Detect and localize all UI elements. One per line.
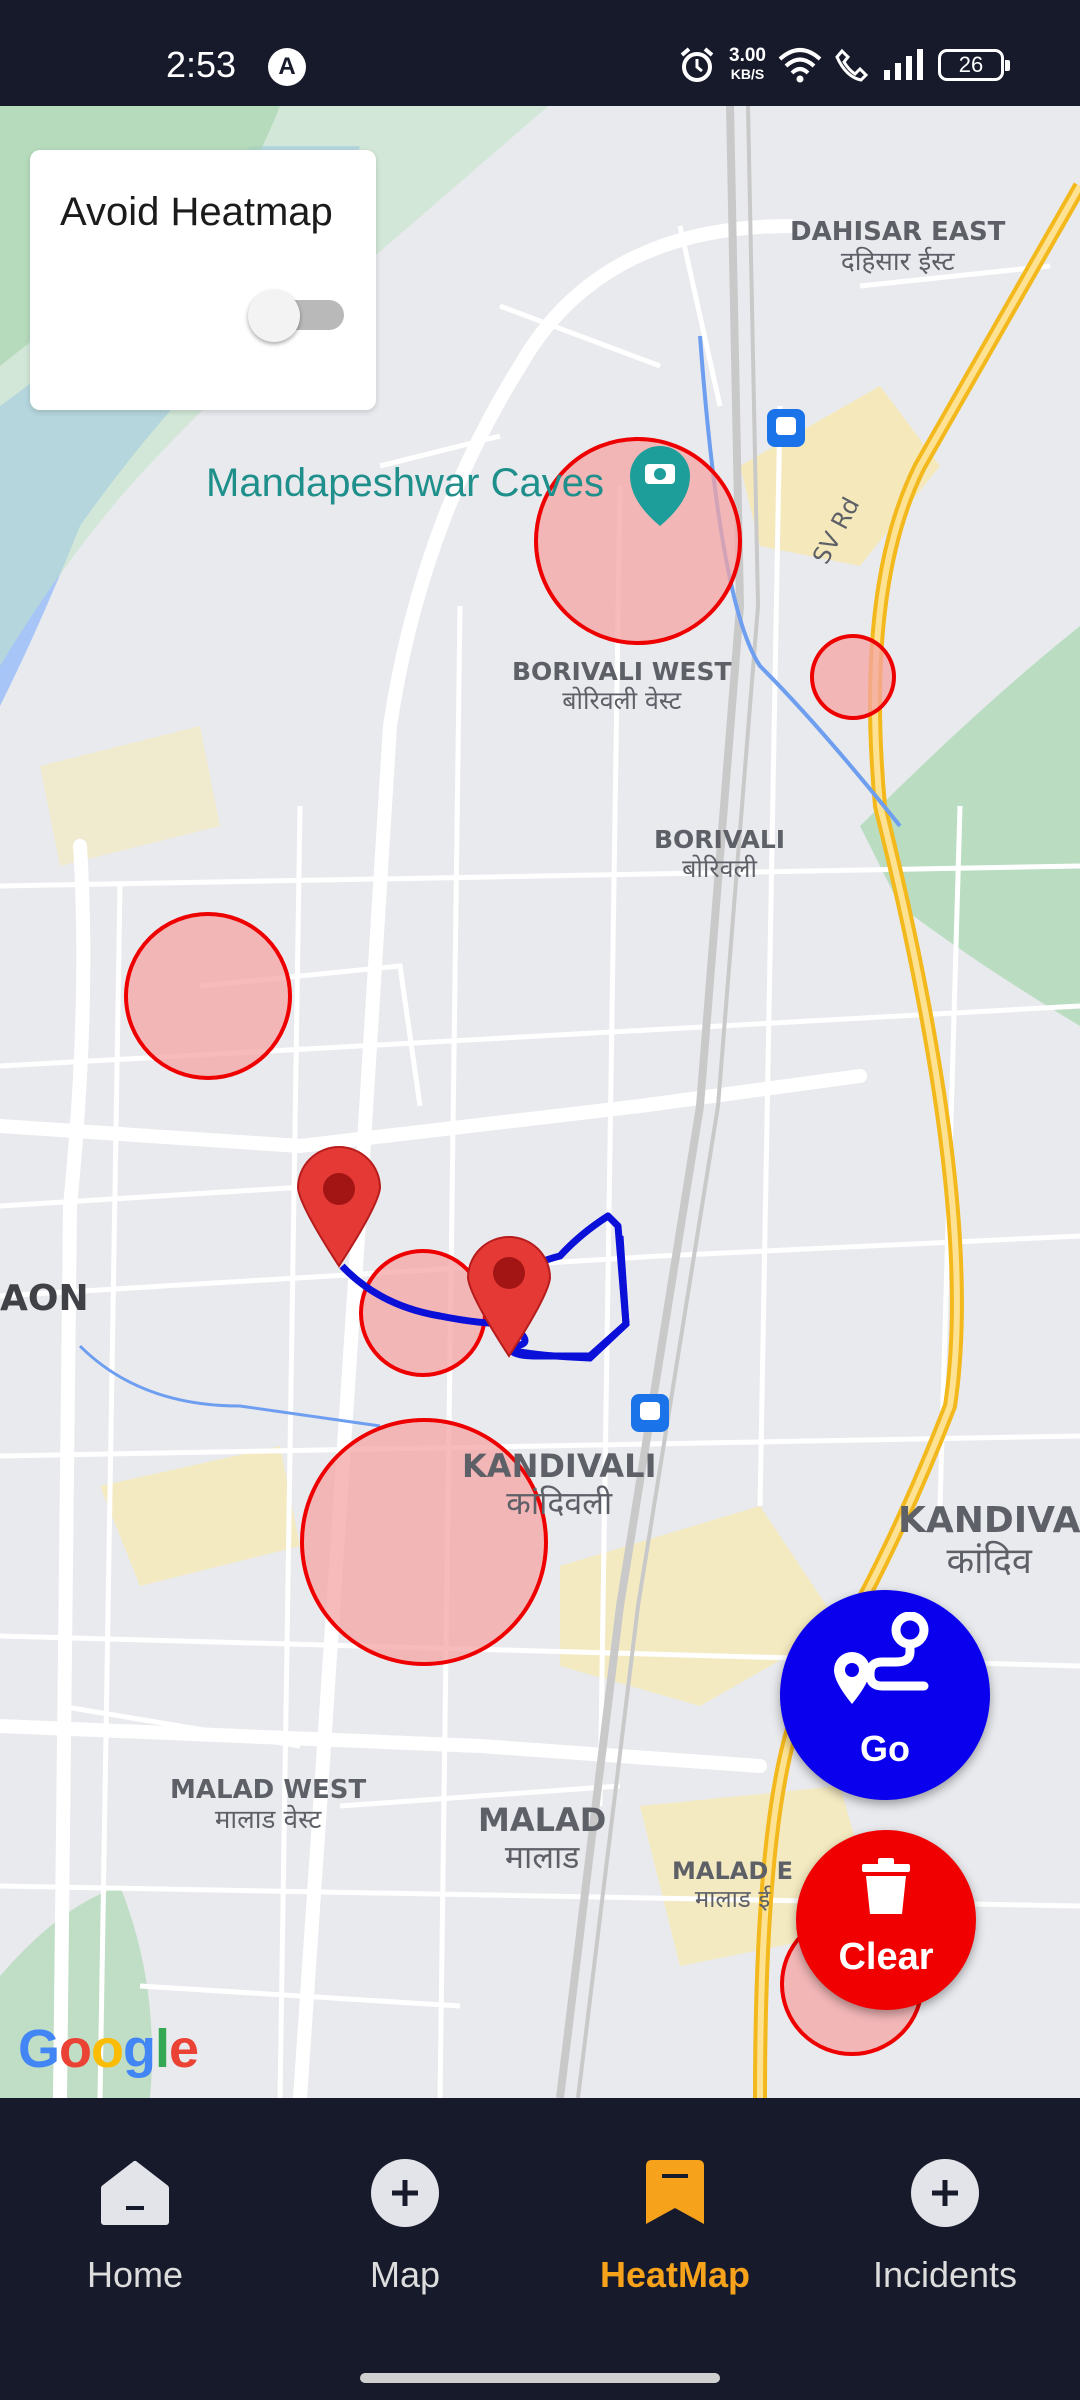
label-kandivali-east: KANDIVA कांदिव: [898, 1500, 1080, 1583]
battery-icon: 26: [938, 49, 1010, 81]
status-time: 2:53: [166, 44, 237, 85]
go-label: Go: [860, 1728, 910, 1769]
label-dahisar-east: DAHISAR EAST दहिसार ईस्ट: [790, 217, 1006, 277]
clear-button[interactable]: Clear: [796, 1830, 976, 2010]
label-borivali-west: BORIVALI WEST बोरिवली वेस्ट: [512, 657, 732, 715]
heat-zone-west: [124, 912, 292, 1080]
poi-mandapeshwar-caves[interactable]: Mandapeshwar Caves: [206, 461, 604, 506]
notification-icon: A: [268, 48, 306, 86]
toggle-thumb: [248, 290, 300, 342]
heat-zone-east: [810, 634, 896, 720]
label-malad: MALAD मालाड: [478, 1801, 607, 1876]
plus-icon: [371, 2159, 439, 2227]
label-kandivali: KANDIVALI कांदिवली: [462, 1447, 657, 1522]
trash-icon: [862, 1858, 910, 1914]
nav-map[interactable]: Map: [285, 2158, 525, 2296]
wifi-icon: [778, 48, 822, 83]
home-icon: [101, 2161, 169, 2225]
nav-heatmap[interactable]: HeatMap: [555, 2158, 795, 2296]
bottom-nav: Home Map HeatMap Incidents: [0, 2098, 1080, 2400]
nav-incidents[interactable]: Incidents: [825, 2158, 1065, 2296]
status-bar: 2:53 A 3.00 KB/S 26: [0, 0, 1080, 106]
status-icons: 3.00 KB/S 26: [677, 40, 1010, 90]
network-speed: 3.00 KB/S: [729, 45, 766, 82]
nav-home-label: Home: [86, 2254, 184, 2295]
avoid-heatmap-label: Avoid Heatmap: [60, 190, 333, 234]
call-icon: [835, 48, 869, 82]
signal-icon: [884, 49, 923, 80]
train-station-icon: [767, 409, 805, 447]
avoid-heatmap-card: Avoid Heatmap: [30, 150, 376, 410]
plus-icon: [911, 2159, 979, 2227]
google-logo: Google: [18, 2019, 199, 2079]
train-station-icon: [631, 1394, 669, 1432]
route-icon: [834, 1612, 929, 1704]
home-indicator[interactable]: [360, 2373, 720, 2383]
start-marker-icon: [296, 1146, 382, 1268]
bookmark-icon: [646, 2160, 704, 2224]
label-malad-west: MALAD WEST मालाड वेस्ट: [170, 1775, 367, 1835]
nav-home[interactable]: Home: [15, 2158, 255, 2296]
alarm-icon: [680, 47, 714, 82]
clear-label: Clear: [838, 1936, 934, 1978]
avoid-heatmap-toggle[interactable]: [248, 290, 344, 342]
label-malad-east: MALAD E मालाड ई: [672, 1857, 793, 1913]
nav-heatmap-label: HeatMap: [599, 2254, 751, 2295]
go-button[interactable]: Go: [780, 1590, 990, 1800]
nav-map-label: Map: [369, 2254, 441, 2295]
label-borivali: BORIVALI बोरिवली: [654, 825, 786, 883]
map-view[interactable]: DAHISAR EAST दहिसार ईस्ट SV Rd Mandapeshw…: [0, 106, 1080, 2098]
label-aon: AON: [0, 1278, 89, 1319]
nav-incidents-label: Incidents: [872, 2254, 1018, 2295]
